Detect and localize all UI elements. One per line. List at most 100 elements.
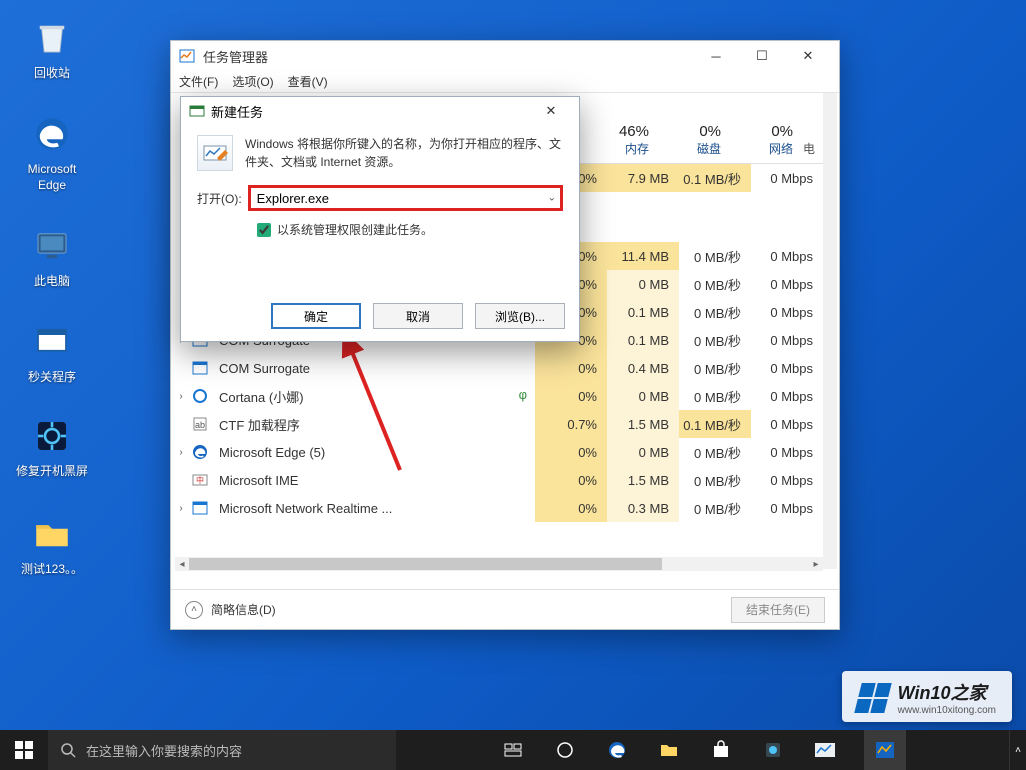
end-task-button[interactable]: 结束任务(E) xyxy=(731,597,825,623)
cell-mem: 0 MB xyxy=(607,382,679,410)
process-icon: 中 xyxy=(191,471,209,489)
cell-disk: 0 MB/秒 xyxy=(679,354,751,382)
cell-mem: 0 MB xyxy=(607,438,679,466)
cell-cpu: 0% xyxy=(535,382,607,410)
cell-net: 0 Mbps xyxy=(751,466,823,494)
new-task-dialog: 新建任务 ✕ Windows 将根据你所键入的名称，为你打开相应的程序、文件夹、… xyxy=(180,96,580,342)
maximize-button[interactable]: ☐ xyxy=(739,41,785,71)
cell-mem: 1.5 MB xyxy=(607,410,679,438)
taskbar-explorer-icon[interactable] xyxy=(656,737,682,763)
svg-text:ab: ab xyxy=(195,420,205,430)
taskbar-items xyxy=(396,730,1009,770)
browse-button[interactable]: 浏览(B)... xyxy=(475,303,565,329)
taskbar: 在这里输入你要搜索的内容 ˄ xyxy=(0,730,1026,770)
admin-checkbox-label[interactable]: 以系统管理权限创建此任务。 xyxy=(277,221,433,238)
cell-net: 0 Mbps xyxy=(751,298,823,326)
cell-mem: 0.3 MB xyxy=(607,494,679,522)
col-disk[interactable]: 0%磁盘 xyxy=(659,123,731,157)
scroll-left-icon[interactable]: ◂ xyxy=(175,557,189,571)
taskbar-search[interactable]: 在这里输入你要搜索的内容 xyxy=(48,730,396,770)
taskbar-store-icon[interactable] xyxy=(708,737,734,763)
taskbar-edge-icon[interactable] xyxy=(604,737,630,763)
fewer-details-icon[interactable]: ˄ xyxy=(185,601,203,619)
desktop-icon-fix-boot[interactable]: 修复开机黑屏 xyxy=(12,412,92,480)
column-headers: 46%内存 0%磁盘 0%网络 电 xyxy=(587,93,823,163)
cell-net: 0 Mbps xyxy=(751,242,823,270)
cell-disk: 0 MB/秒 xyxy=(679,494,751,522)
col-network[interactable]: 0%网络 xyxy=(731,123,803,157)
title-bar[interactable]: 任务管理器 ─ ☐ ✕ xyxy=(171,41,839,71)
dropdown-arrow-icon[interactable]: ⌄ xyxy=(548,193,556,204)
taskbar-app2-icon[interactable] xyxy=(812,737,838,763)
cell-disk: 0.1 MB/秒 xyxy=(679,410,751,438)
table-row[interactable]: abCTF 加载程序0.7%1.5 MB0.1 MB/秒0 Mbps xyxy=(171,410,839,438)
expand-icon[interactable]: › xyxy=(171,503,191,514)
desktop-icon-label: 测试123。。 xyxy=(12,562,92,578)
col-memory[interactable]: 46%内存 xyxy=(587,123,659,157)
run-large-icon xyxy=(197,135,233,171)
taskbar-app1-icon[interactable] xyxy=(760,737,786,763)
process-icon xyxy=(191,443,209,461)
task-manager-footer: ˄ 简略信息(D) 结束任务(E) xyxy=(171,589,839,629)
desktop-icon-this-pc[interactable]: 此电脑 xyxy=(12,222,92,290)
dialog-close-button[interactable]: ✕ xyxy=(531,97,571,125)
cell-net: 0 Mbps xyxy=(751,438,823,466)
open-input[interactable] xyxy=(251,188,560,208)
admin-checkbox[interactable] xyxy=(257,223,271,237)
cell-mem: 0 MB xyxy=(607,270,679,298)
open-label: 打开(O): xyxy=(197,190,242,207)
cell-mem: 0.4 MB xyxy=(607,354,679,382)
windows-start-icon xyxy=(15,741,33,759)
table-row[interactable]: ›Microsoft Network Realtime ...0%0.3 MB0… xyxy=(171,494,839,522)
desktop-icon-quick-close[interactable]: 秒关程序 xyxy=(12,318,92,386)
expand-icon[interactable]: › xyxy=(171,391,191,402)
process-name: Cortana (小娜)φ xyxy=(215,387,535,406)
cell-disk: 0 MB/秒 xyxy=(679,298,751,326)
scroll-right-icon[interactable]: ▸ xyxy=(809,557,823,571)
cancel-button[interactable]: 取消 xyxy=(373,303,463,329)
fewer-details-label[interactable]: 简略信息(D) xyxy=(211,601,276,618)
menu-options[interactable]: 选项(O) xyxy=(232,73,273,90)
tray-expand-button[interactable]: ˄ xyxy=(1009,730,1026,770)
process-name: CTF 加载程序 xyxy=(215,415,535,434)
cell-disk: 0 MB/秒 xyxy=(679,382,751,410)
col-extra[interactable]: 电 xyxy=(803,140,823,157)
menu-bar: 文件(F) 选项(O) 查看(V) xyxy=(171,71,839,93)
minimize-button[interactable]: ─ xyxy=(693,41,739,71)
vertical-scrollbar[interactable] xyxy=(823,93,837,569)
scrollbar-thumb[interactable] xyxy=(176,558,662,570)
svg-text:中: 中 xyxy=(196,475,204,485)
close-button[interactable]: ✕ xyxy=(785,41,831,71)
cell-cpu: 0% xyxy=(535,466,607,494)
desktop-icon-label: 此电脑 xyxy=(12,274,92,290)
process-icon xyxy=(191,499,209,517)
gear-icon xyxy=(28,412,76,460)
desktop-icon-edge[interactable]: Microsoft Edge xyxy=(12,110,92,193)
folder-icon xyxy=(28,510,76,558)
task-view-icon[interactable] xyxy=(500,737,526,763)
cell-net: 0 Mbps xyxy=(751,494,823,522)
menu-view[interactable]: 查看(V) xyxy=(288,73,328,90)
table-row[interactable]: COM Surrogate0%0.4 MB0 MB/秒0 Mbps xyxy=(171,354,839,382)
run-dialog-icon xyxy=(189,103,205,119)
ok-button[interactable]: 确定 xyxy=(271,303,361,329)
open-combobox[interactable]: ⌄ xyxy=(248,185,563,211)
cell-disk: 0 MB/秒 xyxy=(679,242,751,270)
dialog-title-bar[interactable]: 新建任务 ✕ xyxy=(181,97,579,125)
start-button[interactable] xyxy=(0,730,48,770)
taskbar-task-manager-icon[interactable] xyxy=(864,730,906,770)
cell-cpu: 0% xyxy=(535,354,607,382)
table-row[interactable]: 中Microsoft IME0%1.5 MB0 MB/秒0 Mbps xyxy=(171,466,839,494)
desktop-icon-recycle-bin[interactable]: 回收站 xyxy=(12,14,92,82)
watermark-url: www.win10xitong.com xyxy=(898,705,996,716)
horizontal-scrollbar[interactable]: ◂ ▸ xyxy=(175,557,823,571)
table-row[interactable]: ›Microsoft Edge (5)0%0 MB0 MB/秒0 Mbps xyxy=(171,438,839,466)
desktop-icon-folder-test[interactable]: 测试123。。 xyxy=(12,510,92,578)
expand-icon[interactable]: › xyxy=(171,447,191,458)
cortana-icon[interactable] xyxy=(552,737,578,763)
table-row[interactable]: ›Cortana (小娜)φ0%0 MB0 MB/秒0 Mbps xyxy=(171,382,839,410)
cell-disk: 0.1 MB/秒 xyxy=(679,164,751,192)
cell-net: 0 Mbps xyxy=(751,164,823,192)
menu-file[interactable]: 文件(F) xyxy=(179,73,218,90)
cell-mem: 0.1 MB xyxy=(607,298,679,326)
